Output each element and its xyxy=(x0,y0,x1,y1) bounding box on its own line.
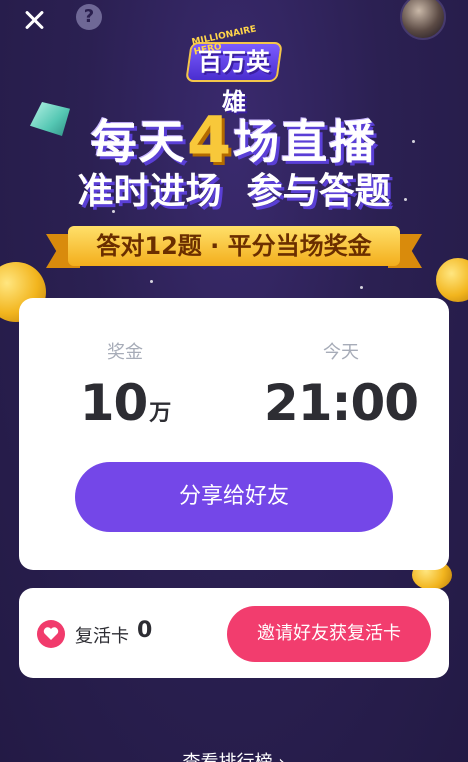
prize-unit: 万 xyxy=(149,401,171,426)
prize-ribbon: 答对12题 · 平分当场奖金 xyxy=(46,222,422,270)
star-decoration xyxy=(150,280,153,283)
headline-line1-pre: 每天 xyxy=(90,115,187,169)
star-decoration xyxy=(360,286,363,289)
headline-line2: 准时进场 参与答题 xyxy=(77,171,391,212)
ribbon-text: 答对12题 · 平分当场奖金 xyxy=(96,232,372,260)
revive-card-count: 0 xyxy=(137,618,153,643)
time-label: 今天 xyxy=(323,342,359,363)
prize-value-row: 10万 xyxy=(35,374,215,432)
headline-line1: 每天4场直播 xyxy=(0,109,468,173)
time-stat: 今天 21:00 xyxy=(251,338,431,432)
revive-card: 复活卡 0 邀请好友获复活卡 xyxy=(19,588,449,678)
revive-card-label: 复活卡 xyxy=(75,626,129,647)
app-logo: MILLIONAIRE HERO 百万英雄 xyxy=(182,24,286,116)
heart-icon-shape xyxy=(43,627,59,640)
share-button[interactable]: 分享给好友 xyxy=(75,462,393,532)
prize-label: 奖金 xyxy=(107,342,143,363)
prize-value: 10 xyxy=(79,374,149,432)
view-ranking-link[interactable]: 查看排行榜 › xyxy=(0,748,468,762)
heart-icon xyxy=(37,620,65,648)
game-info-card: 奖金 10万 今天 21:00 分享给好友 xyxy=(19,298,449,570)
close-icon[interactable] xyxy=(20,6,48,34)
headline-number: 4 xyxy=(186,104,234,178)
time-value: 21:00 xyxy=(263,374,419,432)
logo-title: 百万英雄 xyxy=(198,48,270,116)
headline: 每天4场直播 准时进场 参与答题 xyxy=(0,109,468,215)
headline-line1-post: 场直播 xyxy=(233,115,378,169)
prize-stat: 奖金 10万 xyxy=(35,338,215,432)
invite-friends-button[interactable]: 邀请好友获复活卡 xyxy=(227,606,431,662)
help-icon[interactable]: ? xyxy=(76,4,102,30)
